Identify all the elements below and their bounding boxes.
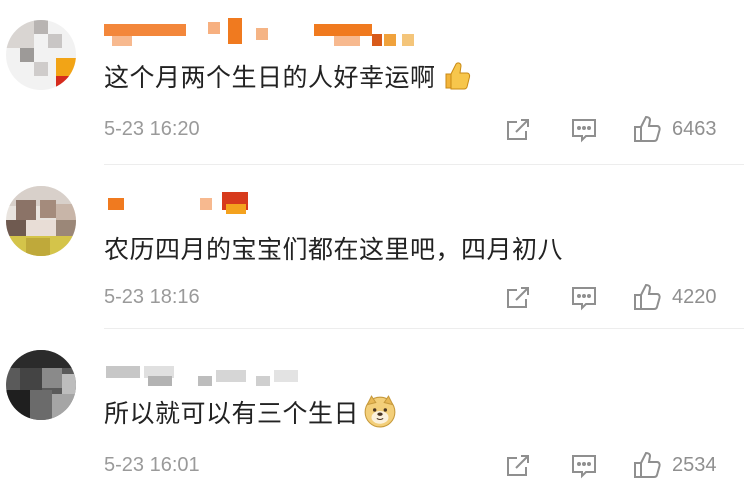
comment-icon[interactable] <box>570 452 598 480</box>
comment-item: 农历四月的宝宝们都在这里吧，四月初八 5-23 18:16 4220 <box>0 164 744 328</box>
avatar[interactable] <box>6 20 76 90</box>
comment-icon[interactable] <box>570 284 598 312</box>
comment-item: 所以就可以有三个生日 5-23 16:01 2534 <box>0 328 744 492</box>
avatar[interactable] <box>6 186 76 256</box>
share-icon[interactable] <box>504 284 532 312</box>
comment-text: 农历四月的宝宝们都在这里吧，四月初八 <box>104 230 563 266</box>
comment-text-content: 这个月两个生日的人好幸运啊 <box>104 63 436 92</box>
username-blurred[interactable] <box>104 192 254 222</box>
comment-text-content: 农历四月的宝宝们都在这里吧，四月初八 <box>104 235 564 264</box>
comment-item: 这个月两个生日的人好幸运啊 5-23 16:20 6463 <box>0 0 744 164</box>
doge-icon <box>364 395 396 428</box>
share-icon[interactable] <box>504 452 532 480</box>
avatar[interactable] <box>6 350 76 420</box>
like-icon[interactable] <box>632 450 662 480</box>
comment-icon[interactable] <box>570 116 598 144</box>
comment-actions: 4220 <box>500 280 744 320</box>
like-count: 6463 <box>672 118 717 140</box>
like-count: 2534 <box>672 454 717 476</box>
comment-timestamp: 5-23 16:20 <box>104 118 200 140</box>
comment-timestamp: 5-23 16:01 <box>104 454 200 476</box>
like-count: 4220 <box>672 286 717 308</box>
comment-actions: 2534 <box>500 448 744 488</box>
username-blurred[interactable] <box>104 18 424 46</box>
comment-actions: 6463 <box>500 112 744 152</box>
username-blurred[interactable] <box>104 366 304 390</box>
comment-text: 所以就可以有三个生日 <box>104 394 397 430</box>
like-icon[interactable] <box>632 282 662 312</box>
divider <box>104 164 744 165</box>
divider <box>104 328 744 329</box>
share-icon[interactable] <box>504 116 532 144</box>
like-icon[interactable] <box>632 114 662 144</box>
comment-text: 这个月两个生日的人好幸运啊 <box>104 58 472 94</box>
comment-text-content: 所以就可以有三个生日 <box>104 399 360 428</box>
thumbs-up-icon <box>445 62 470 90</box>
comment-timestamp: 5-23 18:16 <box>104 286 200 308</box>
